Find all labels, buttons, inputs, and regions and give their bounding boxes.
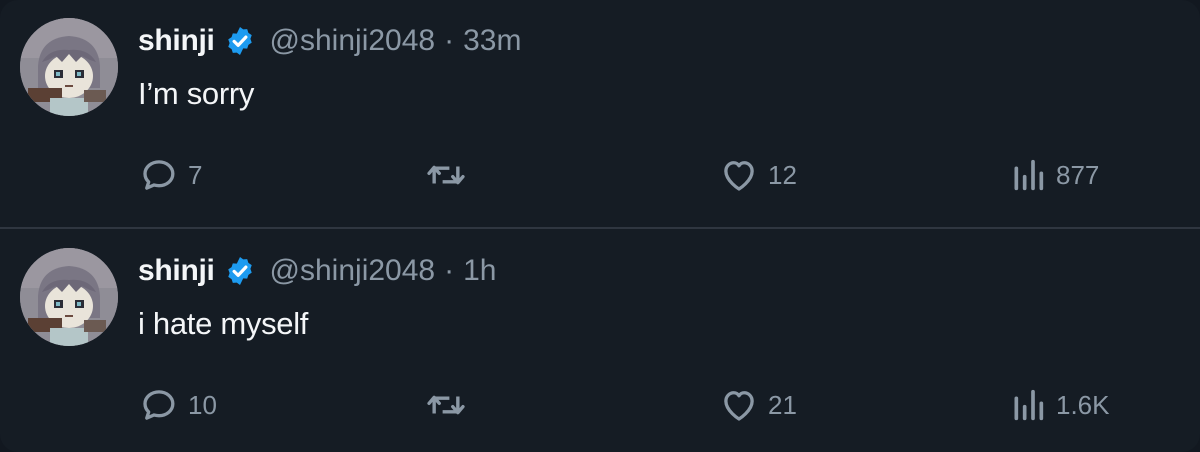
view-count: 877: [1056, 159, 1100, 190]
retweet-button[interactable]: [424, 380, 476, 430]
heart-icon: [718, 384, 760, 426]
like-count: 21: [768, 389, 797, 420]
author-handle[interactable]: @shinji2048: [270, 254, 436, 288]
reply-icon: [138, 384, 180, 426]
author-name[interactable]: shinji: [138, 254, 215, 288]
views-button[interactable]: 877: [1008, 150, 1099, 200]
like-count: 12: [768, 159, 797, 190]
retweet-icon: [424, 154, 468, 196]
like-button[interactable]: 21: [718, 380, 797, 430]
timeline: shinji @shinji2048 · 33m I’m sorry 7 12 …: [0, 0, 1200, 452]
tweet-actions: 10 21 1.6K: [0, 380, 1200, 430]
avatar[interactable]: [20, 248, 118, 346]
tweet-text: i hate myself: [138, 306, 309, 341]
view-count: 1.6K: [1056, 389, 1110, 420]
heart-icon: [718, 154, 760, 196]
verified-badge-icon: [224, 255, 256, 287]
divider: [0, 227, 1200, 229]
reply-button[interactable]: 10: [138, 380, 217, 430]
avatar[interactable]: [20, 18, 118, 116]
tweet-text: I’m sorry: [138, 76, 255, 111]
views-chart-icon: [1008, 154, 1048, 196]
retweet-icon: [424, 384, 468, 426]
reply-button[interactable]: 7: [138, 150, 202, 200]
tweet[interactable]: shinji @shinji2048 · 33m I’m sorry 7 12 …: [0, 0, 1200, 226]
author-name[interactable]: shinji: [138, 24, 215, 58]
timestamp[interactable]: 1h: [463, 254, 496, 288]
tweet[interactable]: shinji @shinji2048 · 1h i hate myself 10: [0, 230, 1200, 452]
timestamp[interactable]: 33m: [463, 24, 521, 58]
tweet-actions: 7 12 877: [0, 150, 1200, 200]
views-button[interactable]: 1.6K: [1008, 380, 1110, 430]
separator-dot: ·: [444, 24, 455, 57]
reply-count: 10: [188, 389, 217, 420]
author-handle[interactable]: @shinji2048: [270, 24, 436, 58]
like-button[interactable]: 12: [718, 150, 797, 200]
tweet-header: shinji @shinji2048 · 1h: [138, 250, 496, 292]
tweet-header: shinji @shinji2048 · 33m: [138, 20, 521, 62]
retweet-button[interactable]: [424, 150, 476, 200]
reply-icon: [138, 154, 180, 196]
views-chart-icon: [1008, 384, 1048, 426]
separator-dot: ·: [444, 254, 455, 287]
verified-badge-icon: [224, 25, 256, 57]
reply-count: 7: [188, 159, 203, 190]
